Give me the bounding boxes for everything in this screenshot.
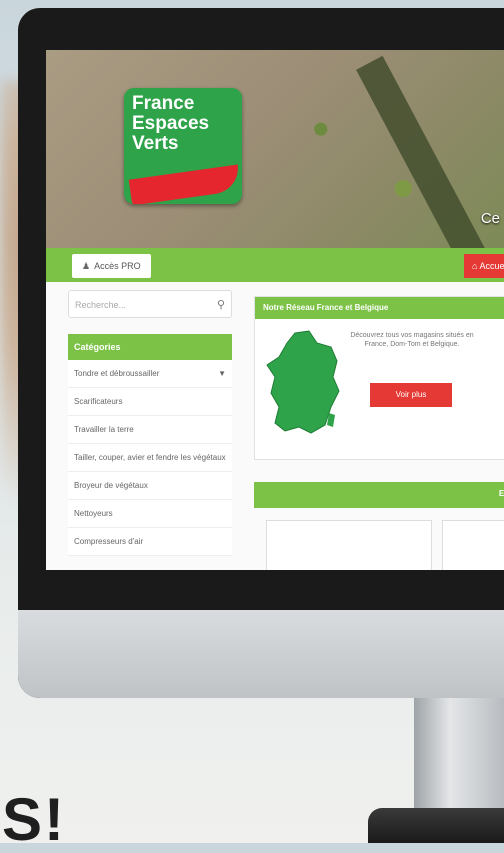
section-title: EN — [498, 489, 504, 498]
network-description: Découvrez tous vos magasins situés en Fr… — [350, 332, 474, 348]
product-card[interactable] — [266, 520, 432, 570]
pro-access-button[interactable]: ♟ Accès PRO — [72, 254, 151, 278]
france-map-icon[interactable] — [265, 329, 343, 437]
hero-decoration — [356, 55, 486, 265]
home-button[interactable]: ⌂ Accueil — [464, 254, 504, 278]
main-navbar: ♟Accès PRO ⌂ Accueil — [46, 248, 504, 282]
website-screen: Ce France Espaces Verts ♟ Accès PRO ⌂ Acc… — [46, 50, 504, 570]
categories-heading: Catégories — [68, 334, 232, 360]
category-dropdown[interactable]: Tondre et débroussailler ▼ — [68, 360, 232, 388]
monitor-chin — [18, 610, 504, 698]
caret-down-icon: ▼ — [218, 369, 226, 378]
network-card-title: Notre Réseau France et Belgique — [255, 297, 504, 319]
sidebar: Recherche... ⚲ Catégories Tondre et débr… — [68, 290, 240, 556]
category-item[interactable]: Tailler, couper, avier et fendre les vég… — [68, 444, 232, 472]
brand-logo[interactable]: France Espaces Verts — [124, 88, 242, 204]
product-card[interactable] — [442, 520, 504, 570]
search-input[interactable]: Recherche... ⚲ — [68, 290, 232, 318]
monitor-stand-base — [368, 808, 504, 843]
section-bar: EN — [254, 482, 504, 508]
monitor-stand — [414, 698, 504, 818]
category-item[interactable]: Compresseurs d'air — [68, 528, 232, 556]
home-icon: ⌂ — [472, 261, 478, 271]
logo-swoosh — [128, 164, 242, 204]
see-more-button[interactable]: Voir plus — [370, 383, 452, 407]
hero-banner: Ce — [46, 50, 504, 265]
category-item[interactable]: Nettoyeurs — [68, 500, 232, 528]
logo-text: France Espaces Verts — [132, 93, 210, 154]
hero-caption: Ce — [480, 210, 500, 227]
user-icon: ♟ — [82, 261, 91, 271]
category-item[interactable]: Scarificateurs — [68, 388, 232, 416]
category-item[interactable]: Broyeur de végétaux — [68, 472, 232, 500]
network-map-card: Notre Réseau France et Belgique Découvre… — [254, 296, 504, 460]
category-item[interactable]: Travailler la terre — [68, 416, 232, 444]
search-icon[interactable]: ⚲ — [217, 291, 225, 319]
tagline-text: S! — [2, 786, 66, 853]
